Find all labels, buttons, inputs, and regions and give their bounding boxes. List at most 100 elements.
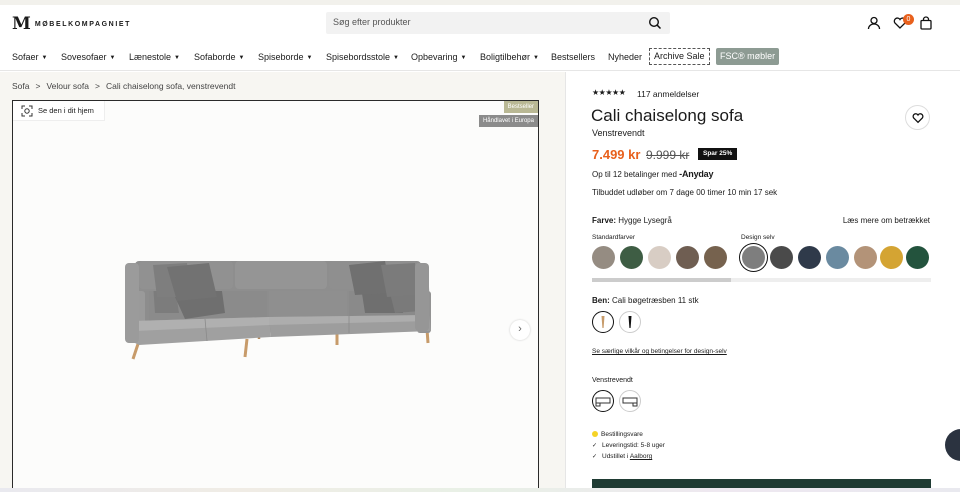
leg-option-black[interactable] — [619, 311, 641, 333]
discount-badge: Spar 25% — [698, 148, 738, 160]
color-label: Farve: — [592, 216, 617, 225]
next-image-button[interactable]: › — [510, 320, 530, 340]
nav-label: Spisebordsstole — [326, 52, 391, 62]
check-icon: ✓ — [592, 443, 598, 449]
color-swatch[interactable] — [592, 246, 615, 269]
nav-item-spiseborde[interactable]: Spiseborde ▼ — [258, 52, 313, 62]
chevron-down-icon: ▼ — [306, 55, 313, 61]
black-leg-icon — [628, 316, 632, 328]
chevron-down-icon: ▼ — [109, 55, 116, 61]
cart-icon[interactable] — [919, 16, 933, 30]
account-icon[interactable] — [867, 16, 881, 30]
nav-item-sovesofaer[interactable]: Sovesofaer ▼ — [61, 52, 115, 62]
design-colors-label: Design selv — [741, 234, 775, 241]
installments-info: Op til 12 betalinger med -Anyday — [592, 169, 713, 179]
orientation-right-option[interactable] — [619, 390, 641, 412]
swatch-scrollbar[interactable] — [592, 278, 931, 282]
chevron-down-icon: ▼ — [41, 55, 48, 61]
nav-item-boligtilbehoer[interactable]: Boligtilbehør ▼ — [480, 52, 539, 62]
scrollbar-thumb[interactable] — [592, 278, 731, 282]
logo[interactable]: M MØBELKOMPAGNIET — [12, 14, 131, 34]
color-swatch[interactable] — [704, 246, 727, 269]
nav-item-archive-sale[interactable]: Archive Sale — [649, 48, 710, 65]
color-swatch[interactable] — [826, 246, 849, 269]
nav-label: Sovesofaer — [61, 52, 107, 62]
color-swatch[interactable] — [798, 246, 821, 269]
standard-colors-label: Standardfarver — [592, 234, 635, 241]
breadcrumb-separator: > — [35, 81, 41, 91]
handmade-tag: Håndlavet i Europa — [478, 115, 538, 127]
see-at-home-label: Se den i dit hjem — [38, 106, 94, 115]
color-swatch[interactable] — [620, 246, 643, 269]
stock-dot-icon — [592, 431, 598, 437]
fabric-info-link[interactable]: Læs mere om betrækket — [843, 216, 930, 225]
wishlist-button[interactable] — [905, 105, 930, 130]
nav-item-fsc[interactable]: FSC® møbler — [716, 48, 780, 65]
color-swatch[interactable] — [770, 246, 793, 269]
review-count[interactable]: 117 anmeldelser — [637, 89, 699, 99]
anyday-brand: Anyday — [681, 169, 714, 179]
search-icon[interactable] — [648, 16, 662, 30]
nav-label: Lænestole — [129, 52, 172, 62]
orientation-left-option[interactable] — [592, 390, 614, 412]
breadcrumb-item[interactable]: Sofa — [12, 81, 30, 91]
design-terms-link[interactable]: Se særlige vilkår og betingelser for des… — [592, 348, 727, 355]
nav-item-bestsellers[interactable]: Bestsellers — [551, 52, 595, 62]
site-header: M MØBELKOMPAGNIET Søg efter produkter 0 — [0, 5, 960, 43]
bestseller-tag: Bestseller — [503, 101, 538, 113]
ar-cube-icon — [21, 105, 33, 117]
main-nav: Sofaer ▼ Sovesofaer ▼ Lænestole ▼ Sofaborde… — [0, 43, 960, 71]
legs-label: Ben: Cali bøgetræsben 11 stk — [592, 296, 699, 305]
orientation-label: Venstrevendt — [592, 377, 633, 384]
showroom-prefix: Udstillet i — [602, 453, 629, 460]
sofa-left-icon — [595, 397, 611, 407]
leg-option-wood[interactable] — [592, 311, 614, 333]
nav-item-sofaborde[interactable]: Sofaborde ▼ — [194, 52, 245, 62]
search-bar[interactable]: Søg efter produkter — [326, 12, 670, 34]
showroom-link[interactable]: Aalborg — [630, 453, 652, 460]
current-price: 7.499 kr — [592, 147, 641, 162]
see-at-home-button[interactable]: Se den i dit hjem — [13, 101, 105, 121]
nav-item-sofaer[interactable]: Sofaer ▼ — [12, 52, 47, 62]
chevron-down-icon: ▼ — [238, 55, 245, 61]
nav-label: Sofaborde — [194, 52, 236, 62]
original-price: 9.999 kr — [646, 148, 690, 162]
nav-item-opbevaring[interactable]: Opbevaring ▼ — [411, 52, 466, 62]
logo-mark: M — [12, 14, 31, 34]
color-swatch[interactable] — [648, 246, 671, 269]
breadcrumb-current: Cali chaiselong sofa, venstrevendt — [105, 81, 236, 91]
breadcrumb: Sofa > Velour sofa > Cali chaiselong sofa, v… — [12, 81, 235, 91]
anyday-logo: -Anyday — [679, 169, 714, 179]
product-gallery[interactable]: Se den i dit hjem Bestseller Håndlavet i… — [12, 100, 539, 492]
color-swatch[interactable] — [854, 246, 877, 269]
delivery-text: Leveringstid: 5-8 uger — [602, 442, 665, 449]
color-swatch[interactable] — [906, 246, 929, 269]
color-swatch-selected[interactable] — [742, 246, 765, 269]
breadcrumb-separator: > — [95, 81, 100, 91]
nav-label: Sofaer — [12, 52, 39, 62]
chevron-down-icon: ▼ — [174, 55, 180, 61]
installments-text: Op til 12 betalinger med — [592, 170, 677, 179]
bottom-strip — [0, 488, 960, 492]
nav-label: Spiseborde — [258, 52, 304, 62]
showroom-info: ✓ Udstillet i Aalborg — [592, 453, 652, 460]
color-swatch[interactable] — [880, 246, 903, 269]
product-info: ★★★★★ 117 anmeldelser Cali chaiselong so… — [565, 72, 960, 492]
color-swatch[interactable] — [676, 246, 699, 269]
wood-leg-icon — [601, 316, 605, 328]
breadcrumb-item[interactable]: Velour sofa — [46, 81, 89, 91]
product-media: Sofa > Velour sofa > Cali chaiselong sofa, v… — [0, 72, 565, 492]
chevron-down-icon: ▼ — [533, 55, 539, 61]
search-input[interactable]: Søg efter produkter — [333, 17, 411, 27]
color-selection-label: Farve: Hygge Lysegrå — [592, 216, 672, 225]
rating-stars[interactable]: ★★★★★ — [592, 88, 626, 97]
heart-icon — [912, 113, 923, 124]
nav-item-spisebordsstole[interactable]: Spisebordsstole ▼ — [326, 52, 399, 62]
nav-item-laenestole[interactable]: Lænestole ▼ — [129, 52, 180, 62]
legs-title: Ben: — [592, 296, 610, 305]
delivery-time: ✓ Leveringstid: 5-8 uger — [592, 442, 665, 449]
color-value: Hygge Lysegrå — [618, 216, 672, 225]
chevron-down-icon: ▼ — [393, 55, 399, 61]
chevron-down-icon: ▼ — [460, 55, 467, 61]
nav-item-nyheder[interactable]: Nyheder — [608, 52, 642, 62]
